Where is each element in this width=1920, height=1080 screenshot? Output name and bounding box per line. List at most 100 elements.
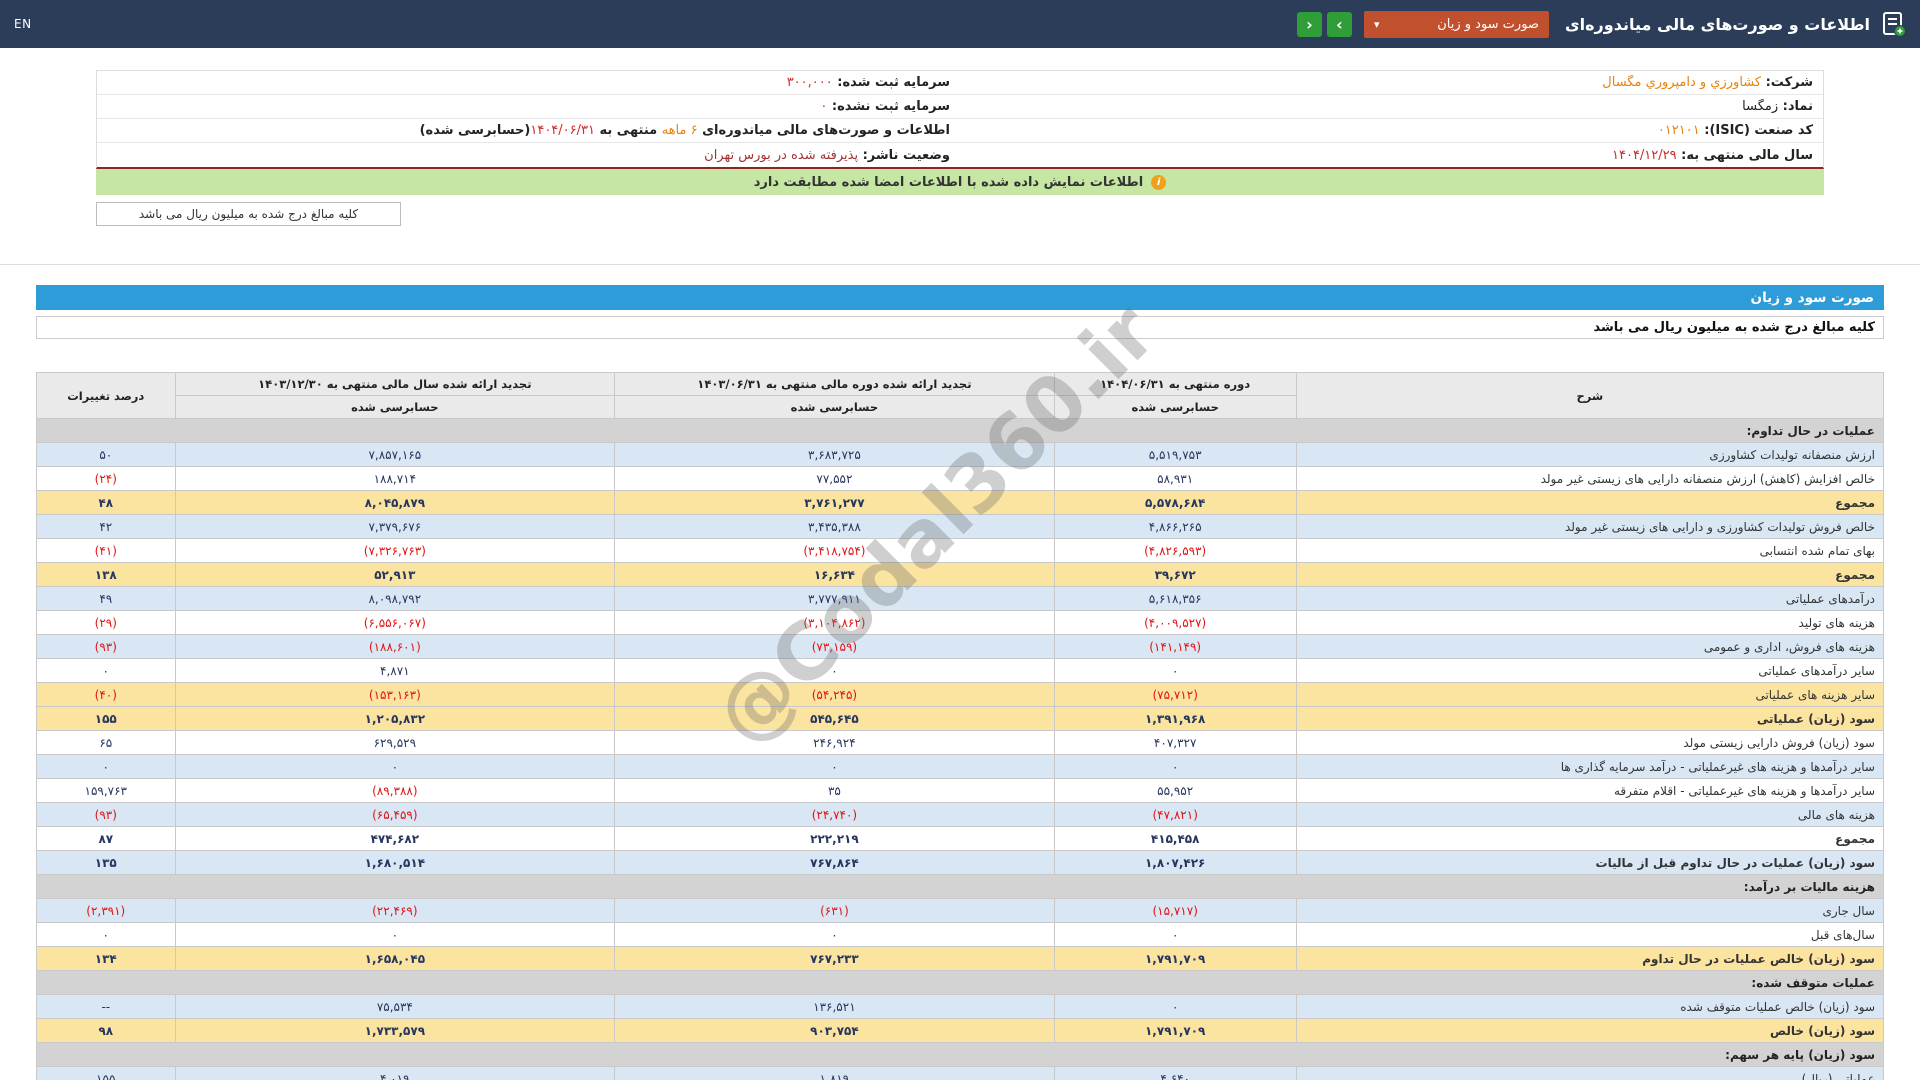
statement-row: سود (زیان) فروش دارایی زیستی مولد ۴۰۷,۳۲۷…	[36, 730, 1885, 755]
cell-value: (۲۴,۷۴۰)	[614, 802, 1055, 827]
cell-percent-change: ۰	[36, 754, 176, 779]
cell-value: ۵۵,۹۵۲	[1053, 778, 1297, 803]
cell-percent-change: (۲,۳۹۱)	[36, 898, 176, 923]
statement-tbody: عملیات در حال تداوم: ارزش منصفانه تولیدات…	[36, 418, 1885, 1080]
column-header-period-current: دوره منتهی به ۱۴۰۴/۰۶/۳۱	[1053, 372, 1297, 396]
cell-value: (۷۳,۱۵۹)	[614, 634, 1055, 659]
cell-value: ۲۲۲,۲۱۹	[614, 826, 1055, 851]
cell-value: ۰	[614, 658, 1055, 683]
text-segment: سرمایه ثبت نشده:	[827, 99, 950, 114]
row-label: مجموع	[1295, 490, 1885, 515]
nav-forward-button[interactable]: ›	[1326, 11, 1352, 37]
company-info-row: شرکت: کشاورزي و دامپروري مگسال سرمایه ثبت…	[97, 71, 1823, 95]
column-subheader-audited-1: حسابرسی شده	[1053, 395, 1297, 419]
row-label: سود (زیان) عملیات در حال تداوم قبل از ما…	[1295, 850, 1885, 875]
text-segment: نماد:	[1778, 99, 1813, 114]
cell-value: ۱,۷۳۳,۵۷۹	[174, 1018, 616, 1043]
statement-type-dropdown[interactable]: صورت سود و زیان ▾	[1363, 10, 1549, 38]
row-label: سایر هزینه های عملیاتی	[1295, 682, 1885, 707]
row-label: هزینه های تولید	[1295, 610, 1885, 635]
cell-value: (۷,۳۲۶,۷۶۳)	[174, 538, 616, 563]
cell-value: ۹۰۳,۷۵۴	[614, 1018, 1055, 1043]
cell-value: ۴۱۵,۴۵۸	[1053, 826, 1297, 851]
cell-value: (۱۵۳,۱۶۳)	[174, 682, 616, 707]
section-header-row: عملیات در حال تداوم:	[36, 418, 1884, 443]
language-toggle-en[interactable]: EN	[14, 17, 32, 31]
statement-header: شرح دوره منتهی به ۱۴۰۴/۰۶/۳۱ تجدید ارائه…	[36, 372, 1885, 419]
cell-percent-change: (۹۳)	[36, 634, 176, 659]
cell-value: ۰	[614, 754, 1055, 779]
income-statement-table: شرح دوره منتهی به ۱۴۰۴/۰۶/۳۱ تجدید ارائه…	[36, 372, 1885, 1080]
text-segment: ۶ ماهه	[661, 123, 698, 138]
cell-value: ۱۳۶,۵۲۱	[614, 994, 1055, 1019]
codal-page: { "topbar": { "en_label": "EN", "title":…	[0, 0, 1920, 1080]
cell-value: (۴۷,۸۲۱)	[1053, 802, 1297, 827]
cell-value: (۶,۵۵۶,۰۶۷)	[174, 610, 616, 635]
company-info-row: کد صنعت (ISIC): ۰۱۲۱۰۱ اطلاعات و صورت‌های…	[97, 119, 1823, 143]
cell-percent-change: ۴۸	[36, 490, 176, 515]
row-label: هزینه های مالی	[1295, 802, 1885, 827]
cell-value: ۱,۳۹۱,۹۶۸	[1053, 706, 1297, 731]
dropdown-selected-value: صورت سود و زیان	[1437, 16, 1539, 32]
nav-back-button[interactable]: ‹	[1296, 11, 1322, 37]
statement-row: عملیاتی (ریال) ۴,۶۴۰ ۱,۸۱۹ ۴,۰۱۹ ۱۵۵	[36, 1066, 1885, 1080]
row-label: هزینه های فروش، اداری و عمومی	[1295, 634, 1885, 659]
section-label: عملیات در حال تداوم:	[36, 418, 1884, 443]
topbar: اطلاعات و صورت‌های مالی میاندوره‌ای صورت…	[0, 0, 1920, 48]
cell-percent-change: ۸۷	[36, 826, 176, 851]
statement-row: مجموع ۴۱۵,۴۵۸ ۲۲۲,۲۱۹ ۴۷۴,۶۸۲ ۸۷	[36, 826, 1885, 851]
cell-percent-change: ۱۵۵	[36, 1066, 176, 1080]
company-info-table: شرکت: کشاورزي و دامپروري مگسال سرمایه ثبت…	[96, 70, 1824, 169]
text-segment: ۰۱۲۱۰۱	[1657, 123, 1700, 138]
text-segment: ۱۴۰۴/۰۶/۳۱	[530, 123, 595, 138]
column-subheader-audited-2: حسابرسی شده	[614, 395, 1055, 419]
cell-percent-change: (۲۴)	[36, 466, 176, 491]
row-label: خالص افزایش (کاهش) ارزش منصفانه دارایی ه…	[1295, 466, 1885, 491]
row-label: عملیاتی (ریال)	[1295, 1066, 1885, 1080]
text-segment: سال مالی منتهی به:	[1676, 147, 1813, 163]
cell-value: ۷۶۷,۲۳۳	[614, 946, 1055, 971]
cell-value: ۴,۸۶۶,۲۶۵	[1053, 514, 1297, 539]
statement-row: هزینه های مالی (۴۷,۸۲۱) (۲۴,۷۴۰) (۶۵,۴۵۹) (۹…	[36, 802, 1885, 827]
row-label: خالص فروش تولیدات کشاورزی و دارایی های ز…	[1295, 514, 1885, 539]
company-name-link[interactable]: کشاورزي و دامپروري مگسال	[1602, 75, 1761, 90]
cell-value: ۱۸۸,۷۱۴	[174, 466, 616, 491]
cell-value: ۴,۶۴۰	[1053, 1066, 1297, 1080]
cell-value: ۱۶,۶۳۴	[614, 562, 1055, 587]
cell-value: ۵,۵۷۸,۶۸۴	[1053, 490, 1297, 515]
row-label: سال جاری	[1295, 898, 1885, 923]
cell-value: ۳,۴۳۵,۳۸۸	[614, 514, 1055, 539]
row-label: سود (زیان) خالص	[1295, 1018, 1885, 1043]
cell-value: ۰	[1053, 658, 1297, 683]
row-label: درآمدهای عملیاتی	[1295, 586, 1885, 611]
text-segment: زمگسا	[1742, 99, 1779, 114]
statement-row: بهای تمام شده انتسابی (۴,۸۲۶,۵۹۳) (۳,۴۱۸,۷…	[36, 538, 1885, 563]
cell-value: ۱,۶۸۰,۵۱۴	[174, 850, 616, 875]
cell-value: ۱,۸۱۹	[614, 1066, 1055, 1080]
cell-value: ۱,۷۹۱,۷۰۹	[1053, 1018, 1297, 1043]
cell-value: ۰	[174, 754, 616, 779]
company-info-cell: اطلاعات و صورت‌های مالی میاندوره‌ای ۶ ما…	[97, 123, 960, 138]
cell-percent-change: ۵۰	[36, 442, 176, 467]
statement-row: سایر درآمدها و هزینه های غیرعملیاتی - در…	[36, 754, 1885, 779]
row-label: سود (زیان) فروش دارایی زیستی مولد	[1295, 730, 1885, 755]
cell-value: ۸,۰۹۸,۷۹۲	[174, 586, 616, 611]
statement-row: خالص فروش تولیدات کشاورزی و دارایی های ز…	[36, 514, 1885, 539]
cell-value: ۸,۰۴۵,۸۷۹	[174, 490, 616, 515]
text-segment: کد صنعت (ISIC):	[1699, 123, 1813, 138]
cell-value: ۰	[174, 922, 616, 947]
cell-value: ۰	[1053, 754, 1297, 779]
cell-value: ۱,۲۰۵,۸۳۲	[174, 706, 616, 731]
statement-row: سایر درآمدها و هزینه های غیرعملیاتی - اق…	[36, 778, 1885, 803]
statement-row: سایر هزینه های عملیاتی (۷۵,۷۱۲) (۵۴,۲۴۵) (۱…	[36, 682, 1885, 707]
cell-value: ۴,۰۱۹	[174, 1066, 616, 1080]
cell-value: (۷۵,۷۱۲)	[1053, 682, 1297, 707]
row-label: سود (زیان) خالص عملیات در حال تداوم	[1295, 946, 1885, 971]
section-header-row: عملیات متوقف شده:	[36, 970, 1884, 995]
chevron-down-icon: ▾	[1373, 17, 1380, 31]
cell-value: (۱۴۱,۱۴۹)	[1053, 634, 1297, 659]
cell-value: ۶۲۹,۵۲۹	[174, 730, 616, 755]
cell-value: ۳,۷۶۱,۲۷۷	[614, 490, 1055, 515]
cell-percent-change: ۶۵	[36, 730, 176, 755]
cell-value: (۵۴,۲۴۵)	[614, 682, 1055, 707]
